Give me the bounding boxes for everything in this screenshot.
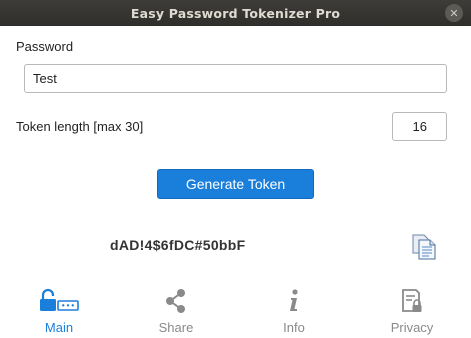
window-title: Easy Password Tokenizer Pro [130, 5, 341, 21]
password-label: Password [16, 39, 74, 54]
tab-privacy-label: Privacy [390, 320, 434, 335]
token-output: dAD!4$6fDC#50bbF [110, 237, 246, 253]
tab-privacy[interactable]: Privacy [372, 286, 452, 338]
password-input[interactable] [24, 64, 447, 93]
token-length-input[interactable] [392, 112, 447, 141]
tab-main-label: Main [44, 320, 74, 335]
lock-password-icon: ••• [39, 286, 79, 316]
token-length-label: Token length [max 30] [16, 119, 144, 134]
privacy-document-icon [400, 286, 424, 316]
tab-info[interactable]: Info [254, 286, 334, 338]
tab-share[interactable]: Share [136, 286, 216, 338]
close-icon: ✕ [449, 6, 459, 20]
copy-icon[interactable] [411, 232, 437, 260]
window-titlebar: Easy Password Tokenizer Pro ✕ [0, 0, 471, 26]
info-icon [286, 286, 302, 316]
tab-info-label: Info [283, 320, 305, 335]
generate-token-button[interactable]: Generate Token [157, 169, 314, 199]
tab-main[interactable]: ••• Main [19, 286, 99, 338]
tab-share-label: Share [158, 320, 194, 335]
svg-text:•••: ••• [61, 302, 75, 311]
share-icon [164, 286, 188, 316]
close-button[interactable]: ✕ [445, 4, 463, 22]
